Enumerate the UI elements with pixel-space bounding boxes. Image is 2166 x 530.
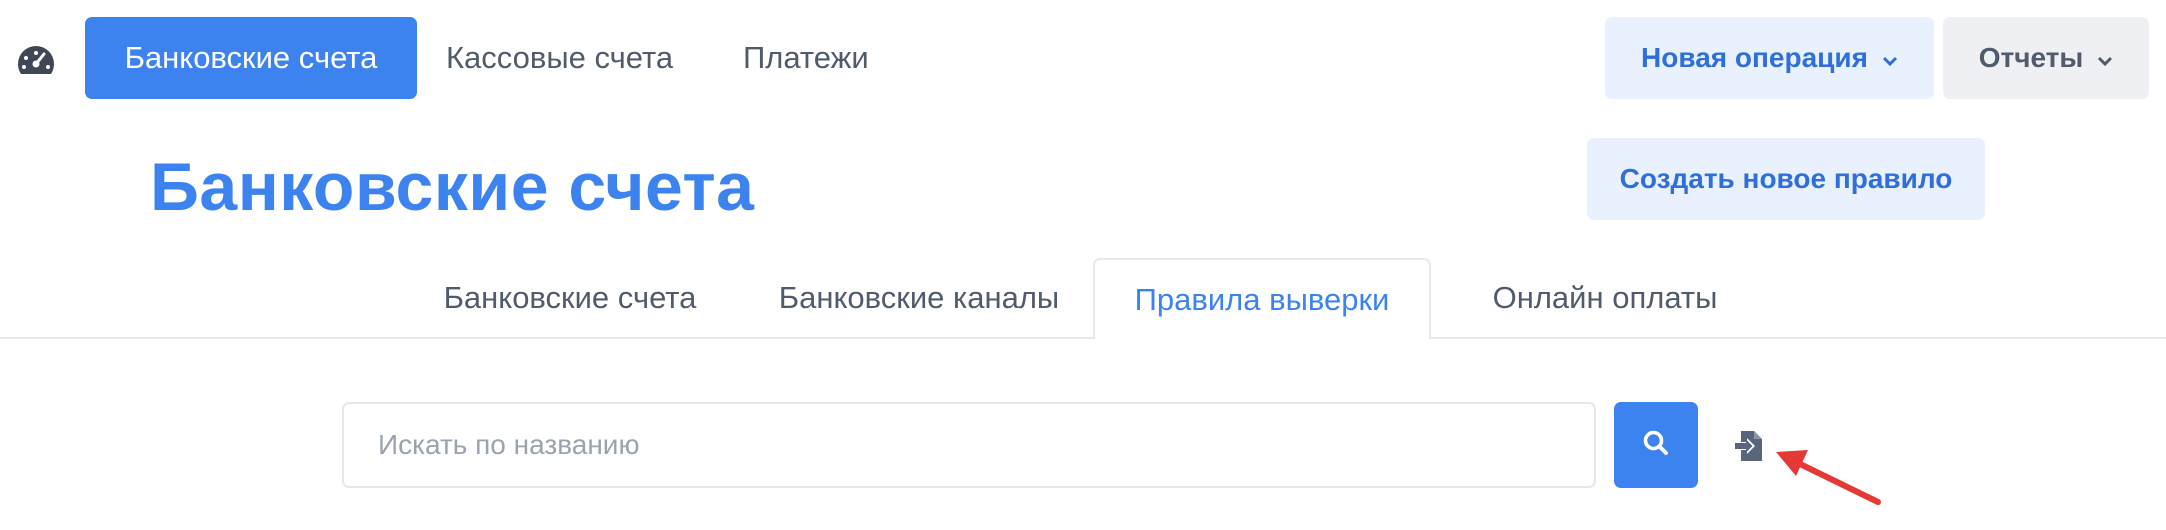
new-operation-button[interactable]: Новая операция (1605, 17, 1934, 99)
nav-payments[interactable]: Платежи (743, 17, 869, 99)
reports-button[interactable]: Отчеты (1943, 17, 2149, 99)
create-rule-button[interactable]: Создать новое правило (1587, 138, 1985, 220)
new-operation-label: Новая операция (1641, 42, 1868, 73)
chevron-down-icon (2097, 42, 2113, 74)
speedometer-icon[interactable] (16, 44, 56, 76)
nav-cash-accounts[interactable]: Кассовые счета (446, 17, 673, 99)
tab-online-payments[interactable]: Онлайн оплаты (1440, 258, 1770, 338)
search-button[interactable] (1614, 402, 1698, 488)
reports-label: Отчеты (1978, 42, 2084, 73)
search-input[interactable] (342, 402, 1596, 488)
page-title: Банковские счета (150, 149, 755, 225)
file-import-icon[interactable] (1735, 430, 1763, 462)
chevron-down-icon (1882, 42, 1898, 74)
red-arrow-annotation (1770, 440, 1886, 512)
magnifier-icon (1642, 429, 1670, 462)
tab-bank-accounts[interactable]: Банковские счета (410, 258, 730, 338)
tab-bank-channels[interactable]: Банковские каналы (746, 258, 1092, 338)
tab-reconciliation-rules[interactable]: Правила выверки (1093, 258, 1431, 339)
nav-bank-accounts[interactable]: Банковские счета (85, 17, 417, 99)
